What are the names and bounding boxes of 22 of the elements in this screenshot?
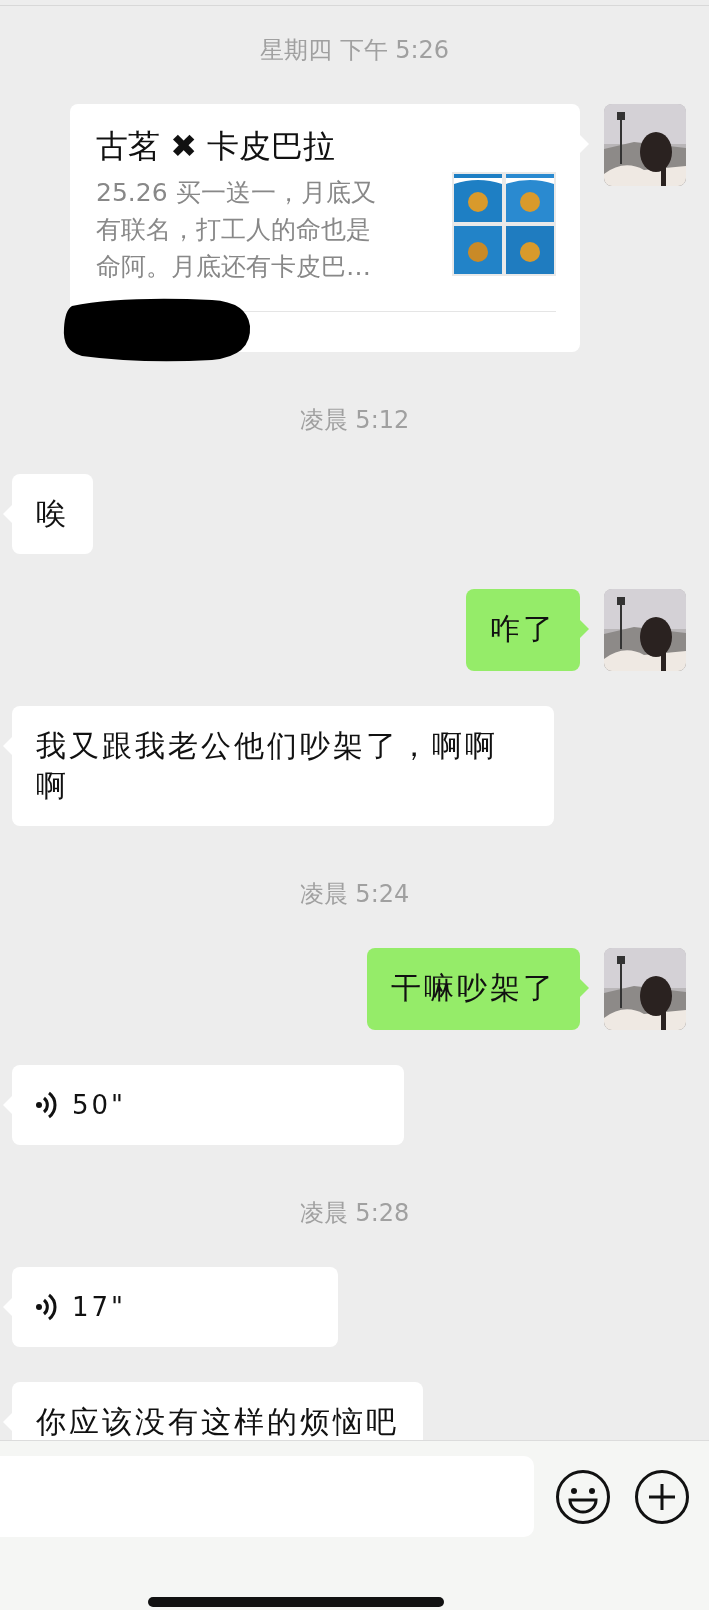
voice-message[interactable]: 50" — [12, 1065, 404, 1145]
message-bubble: 干嘛吵架了 — [367, 948, 580, 1030]
voice-message[interactable]: 17" — [12, 1267, 339, 1347]
timestamp: 凌晨 5:24 — [298, 879, 411, 909]
timestamp: 凌晨 5:12 — [298, 405, 411, 435]
voice-duration: 17" — [72, 1291, 127, 1324]
timestamp: 凌晨 5:28 — [298, 1198, 411, 1228]
link-card[interactable]: 古茗 ✖ 卡皮巴拉 25.26 买一送一，月底又 有联名，打工人的命也是 命阿。月底还有卡皮巴… — [70, 104, 580, 352]
timestamp: 星期四 下午 5:26 — [258, 35, 451, 65]
voice-duration: 50" — [72, 1089, 127, 1122]
emoji-icon[interactable] — [555, 1468, 611, 1525]
add-icon[interactable] — [634, 1468, 690, 1525]
card-title: 古茗 ✖ 卡皮巴拉 — [96, 126, 337, 166]
message-bubble: 你应该没有这样的烦恼吧 — [12, 1382, 423, 1440]
message-bubble: 咋了 — [466, 589, 580, 671]
voice-icon — [36, 1091, 58, 1119]
message-bubble: 我又跟我老公他们吵架了，啊啊啊 — [12, 706, 554, 826]
card-description: 25.26 买一送一，月底又 有联名，打工人的命也是 命阿。月底还有卡皮巴… — [96, 177, 376, 283]
voice-icon — [36, 1293, 58, 1321]
bubble-tail — [580, 979, 589, 997]
message-bubble: 唉 — [12, 474, 93, 554]
bubble-tail — [580, 620, 589, 638]
